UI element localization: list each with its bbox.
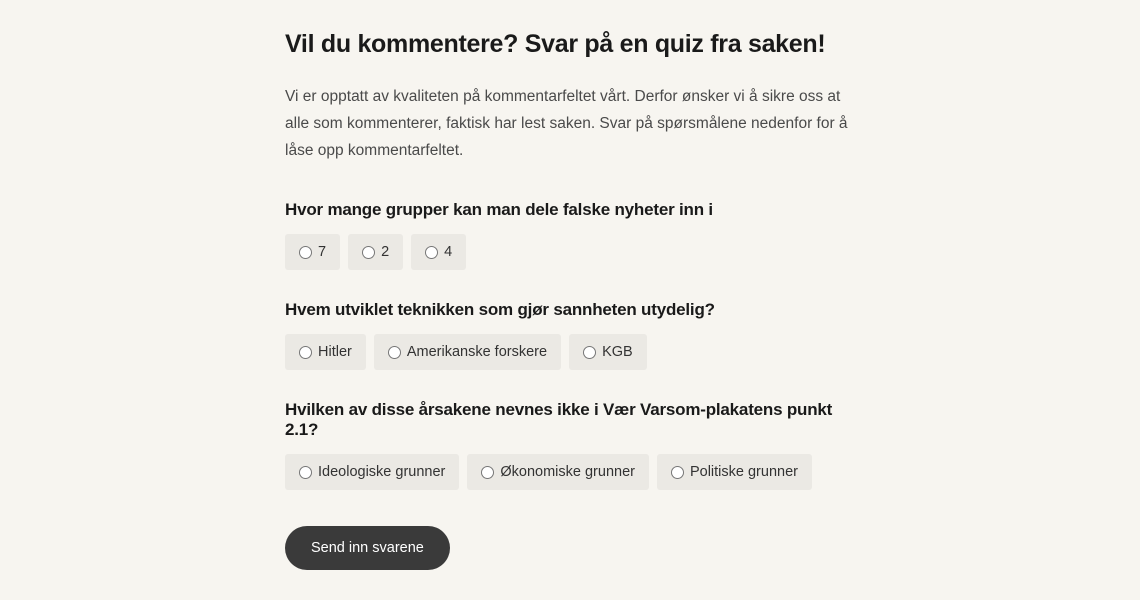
option[interactable]: KGB [569, 334, 647, 370]
question-2: Hvem utviklet teknikken som gjør sannhet… [285, 300, 855, 370]
option-label: Hitler [318, 344, 352, 360]
option[interactable]: Ideologiske grunner [285, 454, 459, 490]
radio-input[interactable] [425, 246, 438, 259]
option-label: 4 [444, 244, 452, 260]
option[interactable]: Hitler [285, 334, 366, 370]
option-label: Amerikanske forskere [407, 344, 547, 360]
quiz-heading: Vil du kommentere? Svar på en quiz fra s… [285, 30, 855, 59]
quiz-intro: Vi er opptatt av kvaliteten på kommentar… [285, 83, 855, 164]
radio-input[interactable] [299, 246, 312, 259]
question-text: Hvor mange grupper kan man dele falske n… [285, 200, 855, 220]
radio-input[interactable] [583, 346, 596, 359]
option-label: 7 [318, 244, 326, 260]
option[interactable]: 7 [285, 234, 340, 270]
radio-input[interactable] [671, 466, 684, 479]
option-label: 2 [381, 244, 389, 260]
option-label: KGB [602, 344, 633, 360]
question-options: 7 2 4 [285, 234, 855, 270]
radio-input[interactable] [299, 346, 312, 359]
option-label: Politiske grunner [690, 464, 798, 480]
option[interactable]: 2 [348, 234, 403, 270]
question-options: Hitler Amerikanske forskere KGB [285, 334, 855, 370]
option-label: Ideologiske grunner [318, 464, 445, 480]
option[interactable]: Amerikanske forskere [374, 334, 561, 370]
radio-input[interactable] [362, 246, 375, 259]
quiz-container: Vil du kommentere? Svar på en quiz fra s… [285, 0, 855, 600]
radio-input[interactable] [299, 466, 312, 479]
option[interactable]: Politiske grunner [657, 454, 812, 490]
question-3: Hvilken av disse årsakene nevnes ikke i … [285, 400, 855, 490]
submit-button[interactable]: Send inn svarene [285, 526, 450, 570]
radio-input[interactable] [388, 346, 401, 359]
option[interactable]: Økonomiske grunner [467, 454, 649, 490]
question-text: Hvilken av disse årsakene nevnes ikke i … [285, 400, 855, 440]
question-options: Ideologiske grunner Økonomiske grunner P… [285, 454, 855, 490]
option[interactable]: 4 [411, 234, 466, 270]
option-label: Økonomiske grunner [500, 464, 635, 480]
question-1: Hvor mange grupper kan man dele falske n… [285, 200, 855, 270]
question-text: Hvem utviklet teknikken som gjør sannhet… [285, 300, 855, 320]
radio-input[interactable] [481, 466, 494, 479]
